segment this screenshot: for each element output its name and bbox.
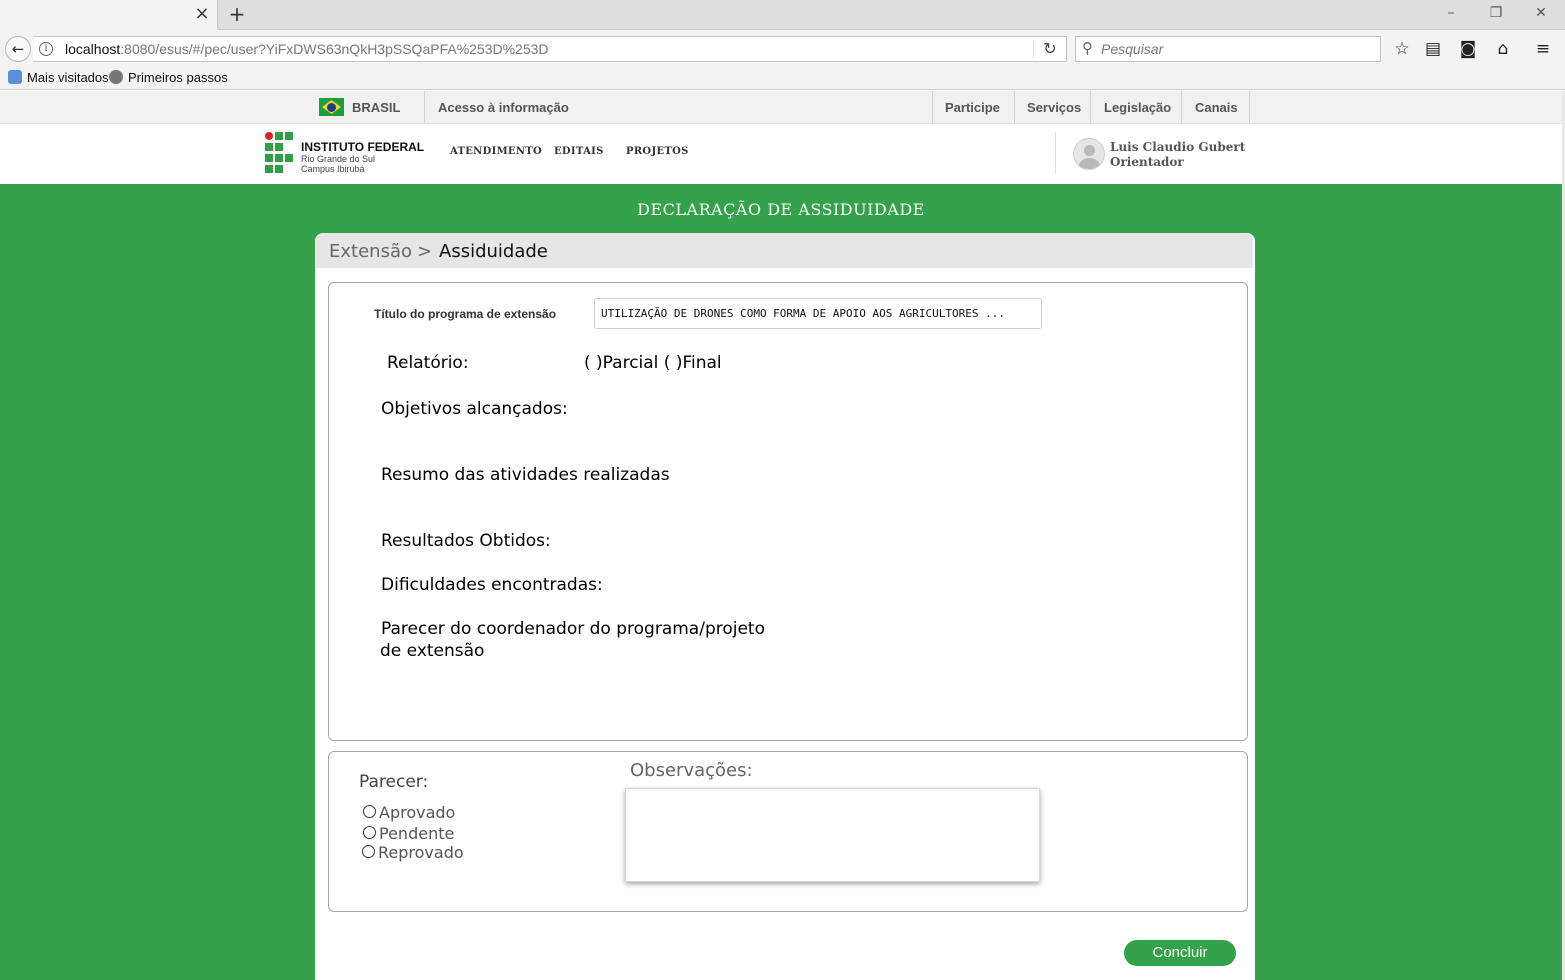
radio-label: Reprovado [378, 843, 464, 862]
menu-atendimento[interactable]: ATENDIMENTO [450, 146, 542, 157]
dificuldades-label: Dificuldades encontradas: [381, 575, 603, 595]
user-role: Orientador [1110, 155, 1184, 169]
radio-circle-icon[interactable] [363, 805, 376, 818]
ifrs-logo[interactable]: INSTITUTO FEDERAL Rio Grande do Sul Camp… [265, 132, 435, 174]
menu-icon[interactable]: ≡ [1530, 36, 1556, 62]
breadcrumb-assiduidade: Assiduidade [439, 241, 548, 262]
concluir-button[interactable]: Concluir [1124, 940, 1236, 966]
url-path: :8080/esus/#/pec/user?YiFxDWS63nQkH3pSSQ… [120, 41, 549, 57]
search-bar[interactable]: ⚲ [1075, 36, 1381, 62]
relatorio-options[interactable]: ( )Parcial ( )Final [584, 353, 722, 373]
report-section: Título do programa de extensão UTILIZAÇÃ… [328, 282, 1248, 741]
restore-icon[interactable]: ❐ [1485, 3, 1507, 23]
reload-icon[interactable]: ↻ [1041, 39, 1059, 59]
parecer-coordenador-label: Parecer do coordenador do programa/proje… [381, 619, 766, 639]
url-divider [1033, 40, 1034, 58]
site-header: INSTITUTO FEDERAL Rio Grande do Sul Camp… [0, 124, 1562, 184]
reading-list-icon[interactable]: ▤ [1420, 36, 1446, 62]
star-icon[interactable]: ☆ [1389, 36, 1415, 62]
gov-servicos-link[interactable]: Serviços [1027, 91, 1081, 124]
breadcrumb: Extensão > Assiduidade [315, 233, 1253, 268]
divider [932, 91, 933, 124]
bookmark-primeiros-passos[interactable]: Primeiros passos [109, 70, 228, 85]
divider [1014, 91, 1015, 124]
new-tab-icon[interactable]: + [227, 4, 247, 24]
gov-legislacao-link[interactable]: Legislação [1104, 91, 1171, 124]
url-text[interactable]: localhost:8080/esus/#/pec/user?YiFxDWS63… [65, 41, 549, 57]
ifrs-logo-icon [265, 132, 297, 174]
pocket-icon[interactable]: ◙ [1455, 36, 1481, 62]
bookmark-label: Primeiros passos [128, 70, 228, 85]
divider [424, 91, 425, 124]
logo-campus: Campus Ibirubá [301, 164, 365, 174]
browser-tab[interactable]: × [0, 0, 218, 30]
radio-pendente[interactable]: Pendente [363, 824, 454, 844]
parecer-label: Parecer: [359, 772, 429, 792]
gov-participe-link[interactable]: Participe [945, 91, 1000, 124]
browser-navbar: ← i localhost:8080/esus/#/pec/user?YiFxD… [0, 30, 1565, 68]
bookmark-mais-visitados[interactable]: Mais visitados [8, 70, 109, 85]
browser-tabstrip: × + – ❐ ✕ [0, 0, 1565, 30]
breadcrumb-extensao[interactable]: Extensão [329, 241, 412, 262]
home-icon[interactable]: ⌂ [1490, 36, 1516, 62]
logo-subtitle: Rio Grande do Sul [301, 154, 376, 164]
radio-reprovado[interactable]: Reprovado [362, 843, 464, 863]
url-bar[interactable]: i localhost:8080/esus/#/pec/user?YiFxDWS… [33, 36, 1067, 62]
observacoes-textarea[interactable] [625, 788, 1040, 882]
resumo-label: Resumo das atividades realizadas [381, 465, 670, 485]
user-avatar-icon[interactable] [1073, 138, 1105, 170]
divider [1055, 132, 1056, 174]
url-host: localhost [65, 41, 121, 57]
program-title-field[interactable]: UTILIZAÇÃO DE DRONES COMO FORMA DE APOIO… [594, 298, 1042, 329]
radio-circle-icon[interactable] [362, 845, 375, 858]
breadcrumb-separator: > [417, 241, 433, 262]
review-section: Parecer: Aprovado Pendente Reprovado Obs… [328, 751, 1248, 912]
close-window-icon[interactable]: ✕ [1530, 3, 1552, 23]
resultados-label: Resultados Obtidos: [381, 531, 551, 551]
minimize-icon[interactable]: – [1440, 3, 1462, 23]
relatorio-label: Relatório: [387, 353, 469, 373]
brazil-flag-icon [319, 98, 344, 116]
menu-editais[interactable]: EDITAIS [554, 146, 604, 157]
bookmarks-bar: Mais visitados Primeiros passos [0, 68, 1565, 90]
parecer-coordenador-label-cont: de extensão [380, 641, 485, 661]
back-arrow-icon[interactable]: ← [5, 36, 31, 62]
logo-title: INSTITUTO FEDERAL [301, 140, 425, 154]
search-input[interactable] [1101, 39, 1371, 59]
radio-aprovado[interactable]: Aprovado [363, 803, 455, 823]
user-name[interactable]: Luis Claudio Gubert [1110, 140, 1245, 154]
search-icon: ⚲ [1082, 39, 1093, 57]
globe-icon [109, 70, 123, 84]
gov-canais-link[interactable]: Canais [1195, 91, 1238, 124]
divider [1090, 91, 1091, 124]
program-title-label: Título do programa de extensão [374, 307, 557, 321]
folder-icon [8, 70, 22, 84]
close-tab-icon[interactable]: × [193, 5, 211, 23]
observacoes-label: Observações: [630, 760, 753, 781]
divider [1249, 91, 1250, 124]
info-icon[interactable]: i [39, 42, 53, 56]
page-title: DECLARAÇÃO DE ASSIDUIDADE [637, 200, 925, 219]
bookmark-label: Mais visitados [27, 70, 109, 85]
radio-label: Aprovado [379, 803, 456, 822]
main-content: DECLARAÇÃO DE ASSIDUIDADE Extensão > Ass… [0, 184, 1562, 980]
radio-label: Pendente [379, 824, 455, 843]
gov-acesso-link[interactable]: Acesso à informação [438, 91, 569, 124]
gov-bar: BRASIL Acesso à informação Participe Ser… [0, 91, 1562, 124]
form-panel: Extensão > Assiduidade Título do program… [315, 233, 1255, 980]
radio-circle-icon[interactable] [363, 826, 376, 839]
menu-projetos[interactable]: PROJETOS [626, 146, 689, 157]
gov-brasil-link[interactable]: BRASIL [352, 91, 400, 124]
divider [1181, 91, 1182, 124]
objetivos-label: Objetivos alcançados: [381, 399, 568, 419]
